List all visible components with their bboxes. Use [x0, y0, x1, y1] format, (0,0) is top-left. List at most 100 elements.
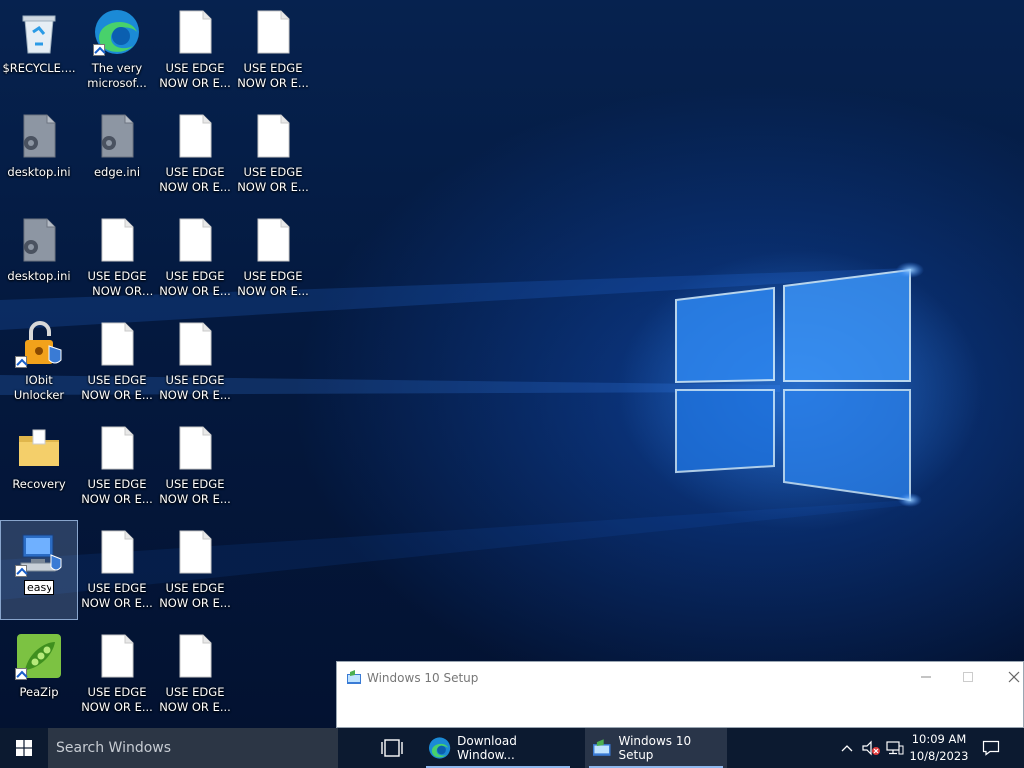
- desktop-icon-blank-file[interactable]: USE EDGE NOW OR E...: [156, 312, 234, 412]
- setup-icon: [347, 670, 361, 684]
- desktop-icon-blank-file[interactable]: USE EDGE NOW OR E...: [156, 416, 234, 516]
- blank-file-icon: [171, 320, 219, 368]
- desktop-icon-label: USE EDGE NOW OR E...: [159, 269, 231, 298]
- windows-logo-icon: [16, 740, 32, 756]
- easybcd-shortcut-icon: [15, 529, 63, 577]
- start-button[interactable]: [0, 728, 48, 768]
- taskbar: Search Windows Download Window... Window…: [0, 728, 1024, 768]
- desktop-icon-label: edge.ini: [93, 165, 141, 179]
- settings-file-icon: [15, 216, 63, 264]
- windows-10-setup-window[interactable]: Windows 10 Setup: [336, 661, 1024, 728]
- shortcut-arrow-icon: [15, 356, 27, 368]
- desktop-icon-label: USE EDGE NOW OR E...: [237, 61, 309, 90]
- clock[interactable]: 10:09 AM 10/8/2023: [904, 731, 974, 765]
- show-hidden-icons-button[interactable]: [836, 728, 858, 768]
- desktop-icon-label: USE EDGE NOW OR E...: [159, 581, 231, 610]
- taskbar-app-edge[interactable]: Download Window...: [422, 728, 574, 768]
- rename-input[interactable]: [24, 580, 54, 595]
- volume-muted-icon: [862, 740, 880, 756]
- edge-shortcut-icon: [93, 8, 141, 56]
- taskbar-app-setup[interactable]: Windows 10 Setup: [585, 728, 727, 768]
- blank-file-icon: [93, 424, 141, 472]
- desktop-icon-label: USE EDGE NOW OR E...: [159, 61, 231, 90]
- desktop-icon-blank-file[interactable]: USE EDGE NOW OR E...: [234, 0, 312, 100]
- desktop-icon-blank-file[interactable]: USE EDGE NOW OR E...: [156, 520, 234, 620]
- blank-file-icon: [171, 216, 219, 264]
- desktop-icon-blank-file[interactable]: USE EDGE NOW OR E...: [78, 624, 156, 724]
- desktop-icon-blank-file[interactable]: USE EDGE NOW OR E...: [78, 416, 156, 516]
- desktop-icon-edge-shortcut[interactable]: The very microsof...: [78, 0, 156, 100]
- iobit-unlocker-shortcut-icon: [15, 320, 63, 368]
- blank-file-icon: [93, 632, 141, 680]
- search-box[interactable]: Search Windows: [48, 728, 338, 768]
- desktop-icon-label: desktop.ini: [7, 165, 71, 179]
- desktop-icon-iobit-unlocker-shortcut[interactable]: IObit Unlocker: [0, 312, 78, 412]
- desktop-icon-label: USE EDGE NOW OR E...: [159, 477, 231, 506]
- desktop-icon-blank-file[interactable]: USE EDGE NOW OR E...: [78, 520, 156, 620]
- chevron-up-icon: [841, 745, 853, 752]
- clock-time: 10:09 AM: [911, 732, 967, 746]
- blank-file-icon: [93, 528, 141, 576]
- desktop-icon-settings-file[interactable]: desktop.ini: [0, 104, 78, 204]
- desktop-icon-label: USE EDGE NOW OR EL...: [87, 269, 147, 298]
- desktop-icon-settings-file[interactable]: desktop.ini: [0, 208, 78, 308]
- setup-icon: [592, 739, 611, 756]
- desktop-icon-folder[interactable]: Recovery: [0, 416, 78, 516]
- network-icon: [886, 741, 904, 755]
- desktop-icon-label: USE EDGE NOW OR E...: [237, 269, 309, 298]
- peazip-shortcut-icon: [15, 632, 63, 680]
- maximize-icon: [963, 672, 973, 682]
- desktop-icon-blank-file[interactable]: USE EDGE NOW OR E...: [78, 312, 156, 412]
- volume-button[interactable]: [859, 728, 883, 768]
- close-button[interactable]: [999, 665, 1024, 689]
- maximize-button[interactable]: [953, 665, 983, 689]
- recycle-bin-icon: [15, 8, 63, 56]
- desktop[interactable]: $RECYCLE.... The very microsof... USE EDGE…: [0, 0, 1024, 728]
- shortcut-arrow-icon: [15, 565, 27, 577]
- desktop-icon-blank-file[interactable]: USE EDGE NOW OR E...: [234, 208, 312, 308]
- desktop-icon-peazip-shortcut[interactable]: PeaZip: [0, 624, 78, 724]
- minimize-button[interactable]: [911, 665, 941, 689]
- shortcut-arrow-icon: [15, 668, 27, 680]
- desktop-icon-blank-file[interactable]: USE EDGE NOW OR E...: [156, 104, 234, 204]
- settings-file-icon: [93, 112, 141, 160]
- folder-icon: [15, 424, 63, 472]
- blank-file-icon: [171, 632, 219, 680]
- blank-file-icon: [93, 216, 141, 264]
- desktop-icon-label: PeaZip: [19, 685, 59, 699]
- desktop-icon-blank-file[interactable]: USE EDGE NOW OR EL...: [78, 208, 156, 308]
- blank-file-icon: [171, 112, 219, 160]
- desktop-icon-blank-file[interactable]: USE EDGE NOW OR E...: [156, 624, 234, 724]
- desktop-icon-blank-file[interactable]: USE EDGE NOW OR E...: [156, 208, 234, 308]
- blank-file-icon: [249, 112, 297, 160]
- desktop-icon-label: USE EDGE NOW OR E...: [81, 477, 153, 506]
- blank-file-icon: [171, 8, 219, 56]
- shortcut-arrow-icon: [93, 44, 105, 56]
- desktop-icon-label: USE EDGE NOW OR E...: [159, 165, 231, 194]
- desktop-icon-label: USE EDGE NOW OR E...: [81, 373, 153, 402]
- desktop-icon-blank-file[interactable]: USE EDGE NOW OR E...: [156, 0, 234, 100]
- taskbar-app-label: Download Window...: [457, 734, 517, 762]
- desktop-icon-label: USE EDGE NOW OR E...: [159, 685, 231, 714]
- blank-file-icon: [249, 216, 297, 264]
- notification-icon: [982, 740, 1000, 756]
- desktop-icon-blank-file[interactable]: USE EDGE NOW OR E...: [234, 104, 312, 204]
- settings-file-icon: [15, 112, 63, 160]
- desktop-icon-label: Recovery: [12, 477, 66, 491]
- desktop-icon-easybcd-shortcut[interactable]: [0, 520, 78, 620]
- action-center-button[interactable]: [978, 728, 1004, 768]
- blank-file-icon: [171, 424, 219, 472]
- blank-file-icon: [171, 528, 219, 576]
- close-icon: [1008, 671, 1020, 683]
- search-placeholder: Search Windows: [56, 740, 172, 756]
- minimize-icon: [921, 676, 931, 678]
- desktop-icon-settings-file[interactable]: edge.ini: [78, 104, 156, 204]
- blank-file-icon: [93, 320, 141, 368]
- window-title: Windows 10 Setup: [367, 671, 479, 685]
- desktop-icon-label: USE EDGE NOW OR E...: [159, 373, 231, 402]
- desktop-icon-recycle-bin[interactable]: $RECYCLE....: [0, 0, 78, 100]
- network-button[interactable]: [884, 728, 906, 768]
- blank-file-icon: [249, 8, 297, 56]
- desktop-icon-label: IObit Unlocker: [13, 373, 65, 402]
- task-view-icon[interactable]: [380, 737, 404, 759]
